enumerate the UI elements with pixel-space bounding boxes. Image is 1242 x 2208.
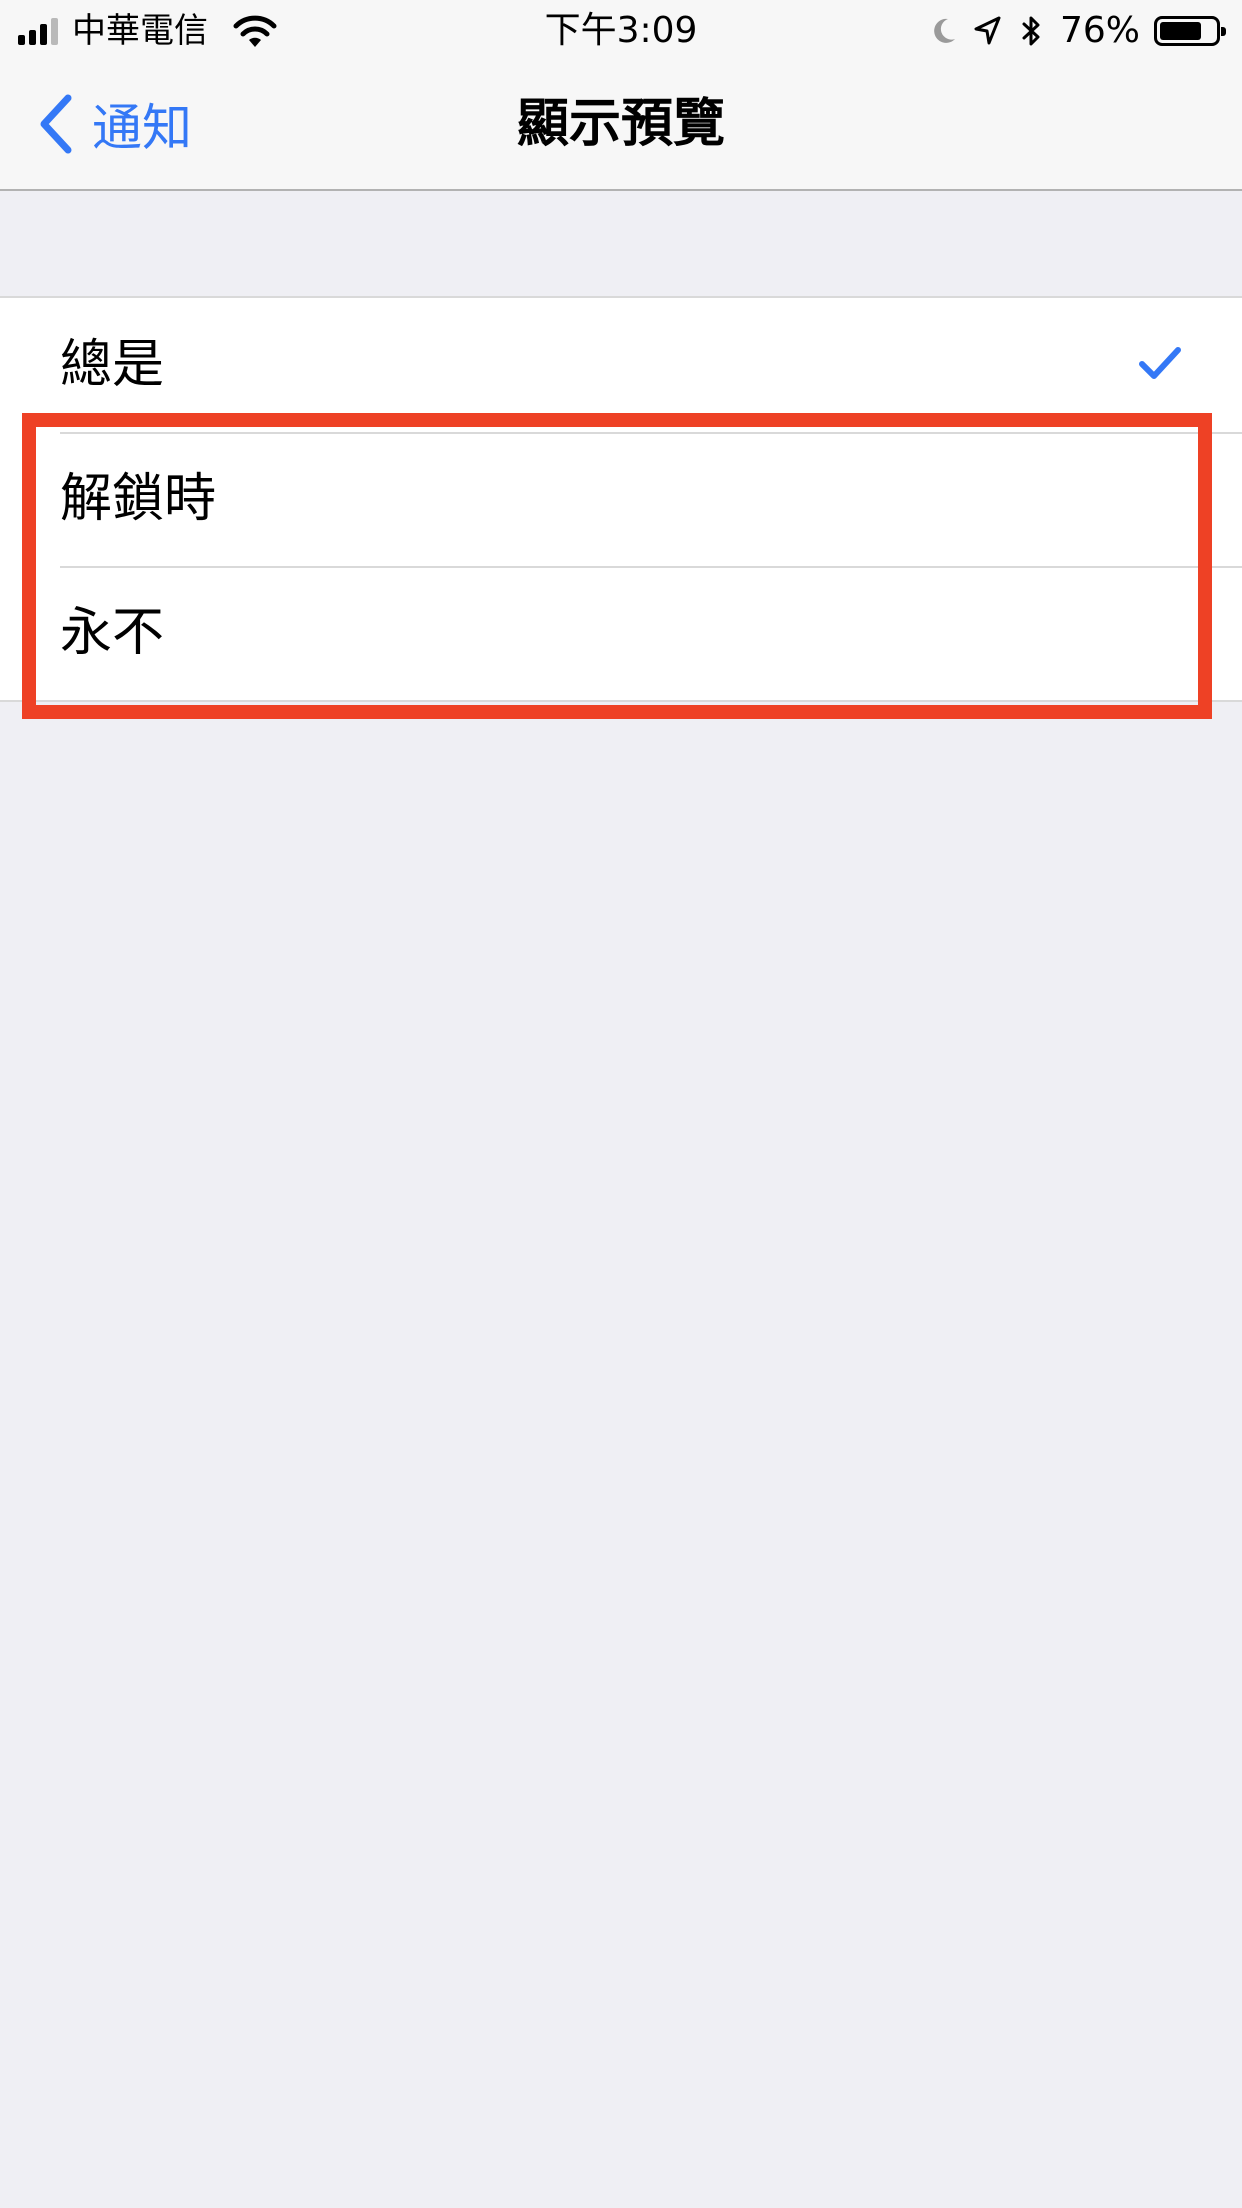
option-always[interactable]: 總是	[0, 298, 1242, 432]
status-right: 76%	[928, 10, 1228, 52]
battery-icon	[1154, 16, 1226, 46]
option-label: 解鎖時	[60, 469, 217, 529]
option-label: 永不	[60, 603, 165, 663]
status-bar: 中華電信 下午3:09 76%	[0, 0, 1242, 60]
checkmark-icon	[1139, 347, 1181, 379]
location-arrow-icon	[974, 16, 1001, 45]
battery-fill	[1160, 22, 1201, 40]
navigation-bar: 通知 顯示預覽	[0, 60, 1242, 191]
preview-options-list: 總是 解鎖時 永不	[0, 296, 1242, 702]
bluetooth-icon	[1022, 16, 1040, 46]
page-title: 顯示預覽	[516, 94, 725, 154]
battery-tip	[1221, 27, 1226, 36]
option-when-unlocked[interactable]: 解鎖時	[0, 432, 1242, 566]
option-never[interactable]: 永不	[0, 566, 1242, 700]
option-label: 總是	[60, 335, 165, 395]
battery-percentage: 76%	[1059, 10, 1140, 51]
moon-icon	[934, 18, 955, 43]
